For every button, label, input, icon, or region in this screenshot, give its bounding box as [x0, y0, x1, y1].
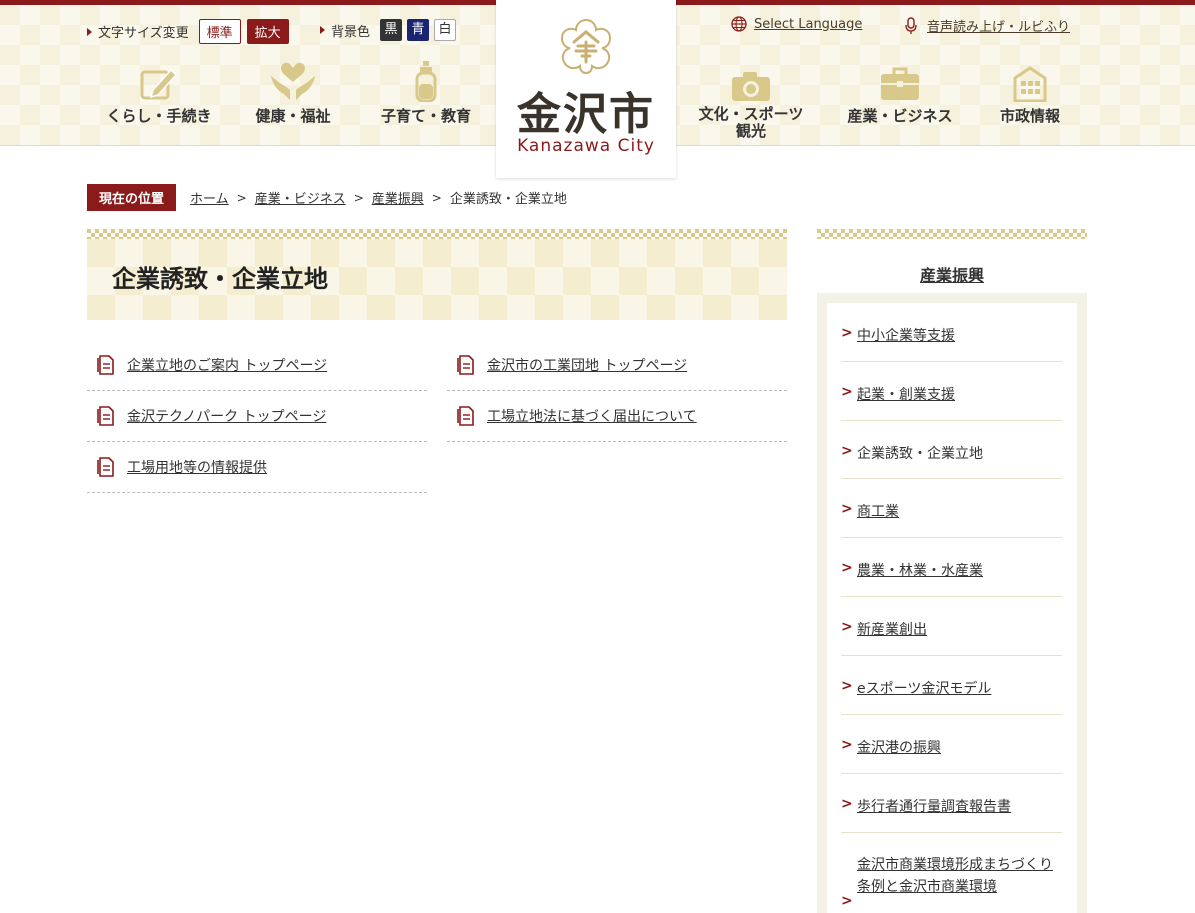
breadcrumb-separator: > — [353, 190, 364, 205]
chevron-right-icon: > — [841, 619, 853, 635]
link-text[interactable]: 工場用地等の情報提供 — [127, 457, 267, 477]
font-size-label: 文字サイズ変更 — [98, 26, 189, 41]
list-item[interactable]: 工場立地法に基づく届出について — [447, 391, 787, 442]
list-item[interactable]: 企業立地のご案内 トップページ — [87, 340, 427, 391]
voice-reading-link[interactable]: 音声読み上げ・ルビふり — [927, 16, 1070, 35]
document-icon — [97, 457, 114, 477]
link-text[interactable]: 工場立地法に基づく届出について — [487, 406, 697, 426]
logo-name: 金沢市 — [517, 89, 655, 140]
sidebar-item-label[interactable]: 商工業 — [857, 501, 899, 523]
page-title-box: 企業誘致・企業立地 — [87, 239, 787, 320]
sidebar-title-link[interactable]: 産業振興 — [920, 266, 984, 285]
select-language-link[interactable]: Select Language — [754, 17, 862, 32]
breadcrumb-industry-promotion[interactable]: 産業振興 — [372, 188, 424, 207]
breadcrumb-separator: > — [431, 190, 442, 205]
camera-icon — [732, 72, 770, 101]
sidebar-decorative-band — [817, 229, 1087, 239]
sidebar-item-label[interactable]: 金沢市商業環境形成まちづくり条例と金沢市商業環境 — [857, 854, 1057, 898]
list-item[interactable]: 金沢市の工業団地 トップページ — [447, 340, 787, 391]
city-logo[interactable]: 金沢市 Kanazawa City — [496, 0, 676, 178]
sidebar-item[interactable]: > 農業・林業・水産業 — [841, 548, 1062, 597]
sidebar-item-label[interactable]: eスポーツ金沢モデル — [857, 678, 991, 700]
font-size-control: 文字サイズ変更 標準 拡大 — [87, 19, 289, 44]
nav-label: 健康・福祉 — [255, 107, 331, 125]
document-icon — [97, 406, 114, 426]
chevron-right-icon: > — [841, 560, 853, 576]
nav-label: 産業・ビジネス — [847, 107, 953, 125]
bg-white-button[interactable]: 白 — [434, 19, 457, 41]
breadcrumb-current: 企業誘致・企業立地 — [449, 192, 567, 207]
sidebar-item-label[interactable]: 金沢港の振興 — [857, 737, 941, 759]
nav-item-business[interactable]: 産業・ビジネス — [830, 60, 970, 125]
link-text[interactable]: 企業立地のご案内 トップページ — [127, 355, 327, 375]
sidebar-item-label: 企業誘致・企業立地 — [857, 446, 983, 462]
sidebar-title: 産業振興 — [817, 262, 1087, 286]
document-icon — [457, 406, 474, 426]
logo-subtitle: Kanazawa City — [517, 136, 655, 156]
background-color-control: 背景色 黒 青 白 — [320, 19, 457, 41]
nav-item-living[interactable]: くらし・手続き — [89, 60, 229, 125]
chevron-right-icon: > — [841, 325, 853, 341]
page-title: 企業誘致・企業立地 — [112, 265, 328, 293]
briefcase-icon — [881, 67, 919, 100]
sidebar-item-label[interactable]: 起業・創業支援 — [857, 384, 955, 406]
sidebar-item[interactable]: > 中小企業等支援 — [841, 313, 1062, 362]
chevron-right-icon: > — [841, 737, 853, 753]
sidebar-item[interactable]: > 商工業 — [841, 489, 1062, 538]
list-item[interactable]: 工場用地等の情報提供 — [87, 442, 427, 493]
document-icon — [457, 355, 474, 375]
breadcrumb-separator: > — [236, 190, 247, 205]
language-selector[interactable]: Select Language — [731, 16, 862, 32]
hands-heart-icon — [271, 62, 315, 100]
chevron-right-icon: > — [841, 443, 853, 459]
font-size-standard-button[interactable]: 標準 — [198, 19, 241, 44]
baby-bottle-icon — [415, 61, 437, 102]
bg-color-label: 背景色 — [331, 24, 371, 40]
sidebar-item[interactable]: > eスポーツ金沢モデル — [841, 666, 1062, 715]
breadcrumb: 現在の位置 ホーム > 産業・ビジネス > 産業振興 > 企業誘致・企業立地 — [87, 184, 567, 211]
sidebar-item-label[interactable]: 農業・林業・水産業 — [857, 560, 983, 582]
nav-label: くらし・手続き — [106, 107, 212, 125]
sidebar-item[interactable]: > 新産業創出 — [841, 607, 1062, 656]
breadcrumb-home[interactable]: ホーム — [190, 188, 229, 207]
arrow-icon — [320, 26, 325, 34]
microphone-icon — [905, 16, 917, 34]
globe-icon — [731, 16, 747, 32]
chevron-right-icon: > — [841, 796, 853, 812]
sidebar-item[interactable]: > 金沢港の振興 — [841, 725, 1062, 774]
nav-item-city-government[interactable]: 市政情報 — [960, 60, 1100, 125]
chevron-right-icon: > — [841, 678, 853, 694]
nav-label: 文化・スポーツ 観光 — [698, 105, 804, 140]
nav-item-culture[interactable]: 文化・スポーツ 観光 — [681, 60, 821, 140]
sidebar-item[interactable]: > 歩行者通行量調査報告書 — [841, 784, 1062, 833]
nav-item-health[interactable]: 健康・福祉 — [223, 60, 363, 125]
sidebar-item-label[interactable]: 歩行者通行量調査報告書 — [857, 796, 1011, 818]
nav-label: 市政情報 — [999, 107, 1060, 125]
nav-label: 子育て・教育 — [380, 107, 471, 125]
sidebar-item-label[interactable]: 新産業創出 — [857, 619, 927, 641]
breadcrumb-industry-business[interactable]: 産業・ビジネス — [255, 188, 346, 207]
arrow-icon — [87, 27, 92, 36]
list-item[interactable]: 金沢テクノパーク トップページ — [87, 391, 427, 442]
nav-item-childcare[interactable]: 子育て・教育 — [356, 60, 496, 125]
sidebar-item[interactable]: > 金沢市商業環境形成まちづくり条例と金沢市商業環境 — [841, 843, 1062, 909]
sidebar-item-label[interactable]: 中小企業等支援 — [857, 325, 955, 347]
sidebar-item-current: > 企業誘致・企業立地 — [841, 431, 1062, 479]
document-icon — [97, 355, 114, 375]
link-text[interactable]: 金沢テクノパーク トップページ — [127, 406, 326, 426]
sidebar-item[interactable]: > 起業・創業支援 — [841, 372, 1062, 421]
chevron-right-icon: > — [841, 384, 853, 400]
title-decorative-band — [87, 229, 787, 239]
voice-reading-control[interactable]: 音声読み上げ・ルビふり — [905, 16, 1070, 35]
city-emblem-icon — [560, 18, 612, 74]
chevron-right-icon: > — [841, 501, 853, 517]
bg-black-button[interactable]: 黒 — [380, 19, 403, 41]
breadcrumb-tag: 現在の位置 — [87, 184, 177, 211]
building-icon — [1013, 66, 1047, 102]
font-size-large-button[interactable]: 拡大 — [246, 19, 289, 44]
pencil-note-icon — [140, 68, 178, 100]
link-text[interactable]: 金沢市の工業団地 トップページ — [487, 355, 687, 375]
bg-blue-button[interactable]: 青 — [407, 19, 430, 41]
